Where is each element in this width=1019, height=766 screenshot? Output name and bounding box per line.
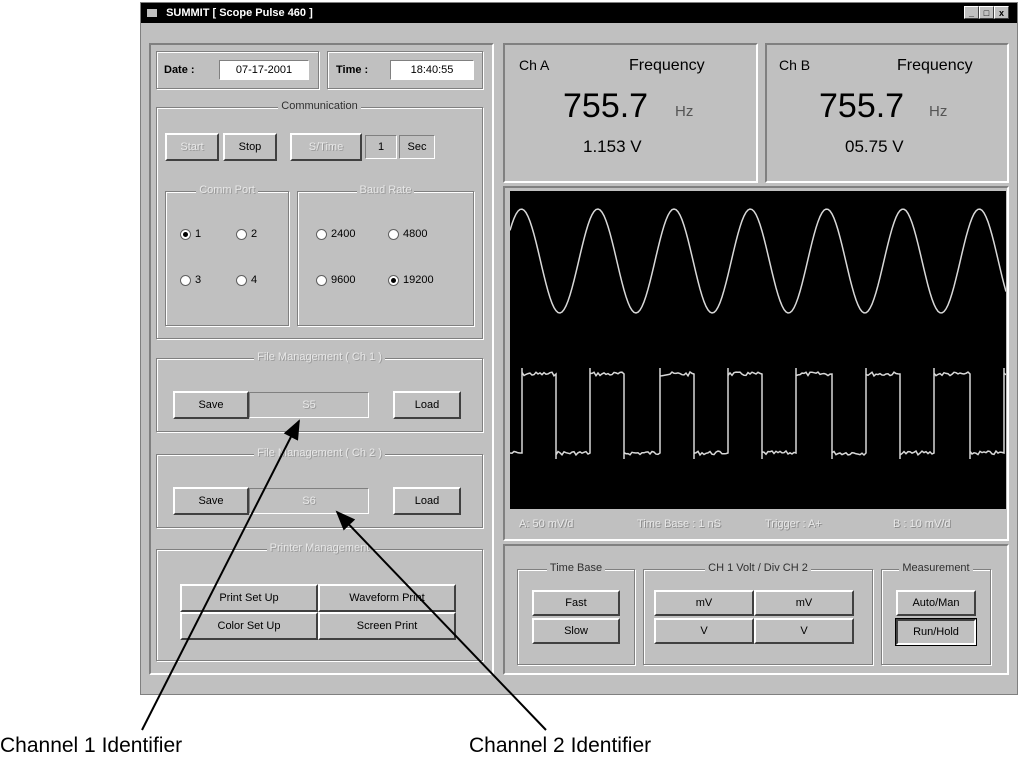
channel-2-arrow (335, 510, 547, 731)
callout-arrows (141, 419, 547, 731)
channel-1-arrow (141, 419, 300, 731)
channel-1-identifier-label: Channel 1 Identifier (0, 734, 183, 757)
channel-2-identifier-label: Channel 2 Identifier (469, 734, 652, 757)
